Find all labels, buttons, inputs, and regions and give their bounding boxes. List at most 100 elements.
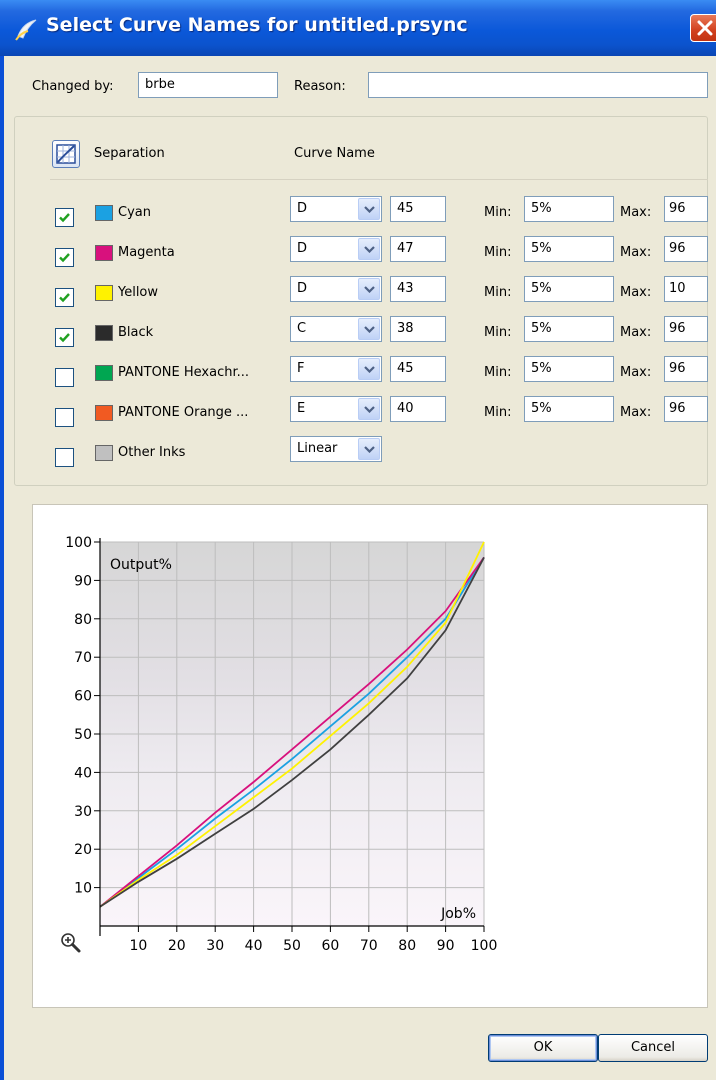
max-input[interactable]: 96 [664,316,708,342]
curve-name-value: F [297,361,305,376]
curve-number-input[interactable]: 38 [390,316,446,342]
ink-color-swatch [95,325,113,341]
min-input[interactable]: 5% [524,356,614,382]
reason-input[interactable] [368,72,708,98]
ink-color-swatch [95,445,113,461]
close-button[interactable] [690,14,716,42]
other-inks-curve-select[interactable]: Linear [290,436,382,462]
chevron-down-icon [364,326,375,333]
curve-editor-button[interactable] [52,140,80,168]
curve-name-select[interactable]: D [290,276,382,302]
max-label: Max: [620,245,652,260]
curve-name-value: D [297,281,308,296]
ink-color-swatch [95,365,113,381]
checkmark-icon [59,333,70,343]
max-input[interactable]: 10 [664,276,708,302]
window-title: Select Curve Names for untitled.prsync [46,14,468,36]
min-label: Min: [484,405,512,420]
curve-name-value: C [297,321,307,336]
separation-checkbox[interactable] [55,408,74,427]
curve-number-input[interactable]: 43 [390,276,446,302]
curve-number-input[interactable]: 45 [390,356,446,382]
zoom-in-icon[interactable] [60,932,82,954]
min-label: Min: [484,285,512,300]
curve-icon [56,144,76,164]
header-divider [50,179,708,180]
ink-color-swatch [95,205,113,221]
curve-number-input[interactable]: 40 [390,396,446,422]
reason-label: Reason: [294,79,346,94]
ok-button[interactable]: OK [488,1034,598,1062]
curve-name-value: D [297,241,308,256]
separation-checkbox[interactable] [55,248,74,267]
min-input[interactable]: 5% [524,276,614,302]
chevron-down-icon [364,286,375,293]
close-icon [697,20,713,36]
dropdown-button[interactable] [358,438,380,460]
curve-name-select[interactable]: F [290,356,382,382]
chevron-down-icon [364,406,375,413]
separation-column-header: Separation [94,146,165,161]
dropdown-button[interactable] [358,398,380,420]
curve-name-value: Linear [297,441,338,456]
ink-color-swatch [95,405,113,421]
cancel-button[interactable]: Cancel [598,1034,708,1062]
curve-number-input[interactable]: 47 [390,236,446,262]
min-label: Min: [484,365,512,380]
dropdown-button[interactable] [358,198,380,220]
title-bar[interactable]: Select Curve Names for untitled.prsync [0,0,716,56]
min-label: Min: [484,325,512,340]
curve-name-column-header: Curve Name [294,146,375,161]
checkmark-icon [59,253,70,263]
chevron-down-icon [364,366,375,373]
max-label: Max: [620,365,652,380]
max-label: Max: [620,285,652,300]
curve-name-select[interactable]: E [290,396,382,422]
dropdown-button[interactable] [358,278,380,300]
max-input[interactable]: 96 [664,196,708,222]
separation-name: Yellow [118,285,159,300]
min-input[interactable]: 5% [524,316,614,342]
separation-name: Cyan [118,205,151,220]
ink-color-swatch [95,245,113,261]
separation-checkbox[interactable] [55,208,74,227]
ink-color-swatch [95,285,113,301]
other-inks-checkbox[interactable] [55,448,74,467]
changed-by-label: Changed by: [32,79,114,94]
dropdown-button[interactable] [358,238,380,260]
other-inks-name: Other Inks [118,445,186,460]
separation-name: Magenta [118,245,175,260]
chevron-down-icon [364,446,375,453]
min-input[interactable]: 5% [524,396,614,422]
max-input[interactable]: 96 [664,236,708,262]
dropdown-button[interactable] [358,358,380,380]
curve-name-select[interactable]: D [290,196,382,222]
chevron-down-icon [364,246,375,253]
curve-name-select[interactable]: D [290,236,382,262]
checkmark-icon [59,213,70,223]
min-input[interactable]: 5% [524,196,614,222]
curve-number-input[interactable]: 45 [390,196,446,222]
min-input[interactable]: 5% [524,236,614,262]
separation-name: Black [118,325,154,340]
max-label: Max: [620,205,652,220]
changed-by-input[interactable]: brbe [138,72,278,98]
min-label: Min: [484,205,512,220]
separation-checkbox[interactable] [55,288,74,307]
curve-name-select[interactable]: C [290,316,382,342]
max-label: Max: [620,405,652,420]
curve-name-value: E [297,401,306,416]
max-label: Max: [620,325,652,340]
separation-name: PANTONE Hexachr... [118,365,250,380]
app-icon [15,19,37,41]
chevron-down-icon [364,206,375,213]
separation-checkbox[interactable] [55,368,74,387]
max-input[interactable]: 96 [664,396,708,422]
min-label: Min: [484,245,512,260]
curve-chart-panel [32,504,708,1008]
checkmark-icon [59,293,70,303]
separation-name: PANTONE Orange ... [118,405,249,420]
dropdown-button[interactable] [358,318,380,340]
max-input[interactable]: 96 [664,356,708,382]
separation-checkbox[interactable] [55,328,74,347]
